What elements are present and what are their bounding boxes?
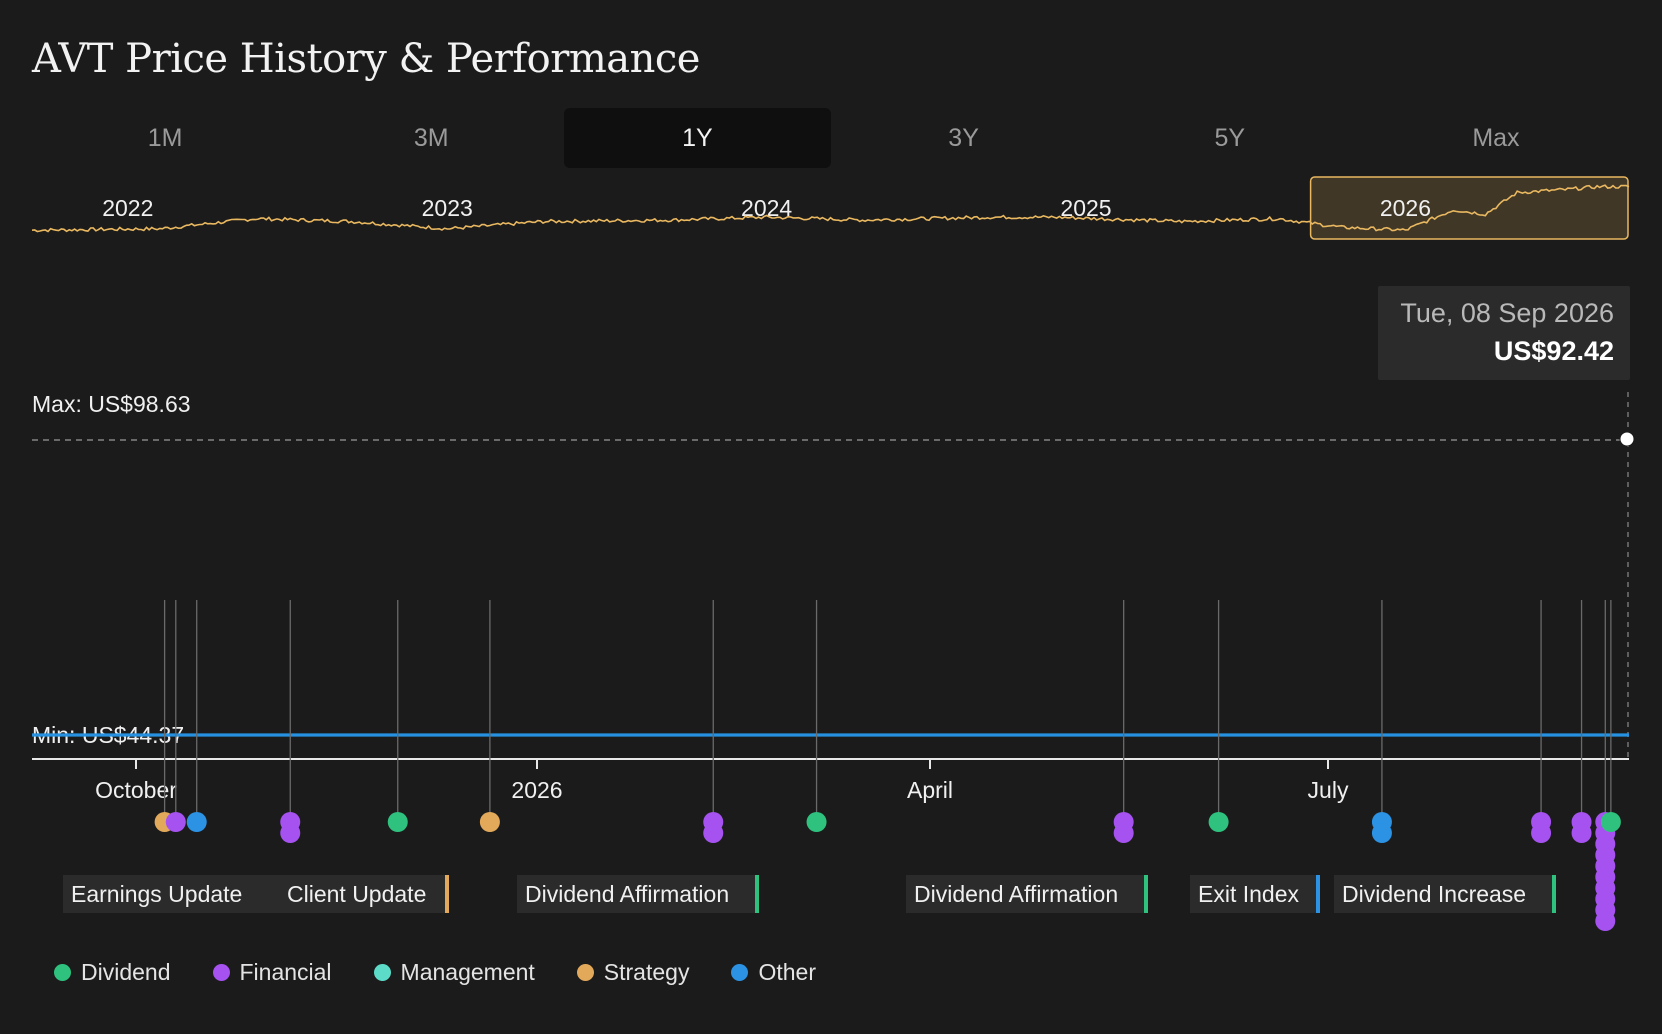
event-marker — [1571, 823, 1592, 843]
legend-label: Other — [758, 959, 816, 985]
event-label-accent — [1144, 875, 1148, 913]
legend-item[interactable]: Financial — [212, 959, 332, 986]
event-label: Exit Index — [1190, 875, 1320, 913]
event-label-accent — [1552, 875, 1556, 913]
legend-label: Financial — [239, 959, 332, 985]
event-label-accent — [445, 875, 449, 913]
event-marker — [1600, 812, 1621, 832]
overview-navigator[interactable]: 2022 2023 2024 2025 2026 — [31, 176, 1630, 240]
legend-label: Strategy — [603, 959, 690, 985]
chart-root: AVT Price History & Performance 1M 3M 1Y… — [0, 0, 1662, 1034]
navigator-year-label: 2023 — [422, 195, 473, 221]
max-label: Max: US$98.63 — [32, 391, 191, 417]
event-label-text: Earnings Update — [71, 881, 242, 907]
navigator-year-label: 2022 — [102, 195, 153, 221]
hover-point — [1619, 431, 1635, 447]
event-marker — [1531, 823, 1552, 843]
event-label-text: Dividend Affirmation — [525, 881, 729, 907]
hover-tooltip: Tue, 08 Sep 2026 US$92.42 — [1378, 286, 1630, 380]
event-marker — [806, 812, 827, 832]
event-marker — [703, 823, 724, 843]
event-marker — [1595, 911, 1616, 931]
legend-label: Management — [400, 959, 535, 985]
event-marker — [1208, 812, 1229, 832]
event-marker — [1371, 823, 1392, 843]
navigator-year-label: 2026 — [1380, 195, 1431, 221]
legend-dot — [576, 964, 594, 981]
event-label: Client Update — [279, 875, 449, 913]
event-labels: Earnings Update Client Update Dividend Aff… — [63, 875, 1556, 913]
event-label-text: Client Update — [287, 881, 426, 907]
event-marker — [479, 812, 500, 832]
event-marker — [1113, 823, 1134, 843]
main-chart: Max: US$98.63Min: US$44.37October 2026 Apr… — [32, 391, 1635, 803]
event-label: Earnings Update — [63, 875, 307, 913]
event-label-text: Dividend Increase — [1342, 881, 1526, 907]
event-label-accent — [1316, 875, 1320, 913]
event-marker — [186, 812, 207, 832]
legend-dot — [373, 964, 391, 981]
legend-item[interactable]: Other — [731, 959, 816, 986]
tooltip-date: Tue, 08 Sep 2026 — [1400, 298, 1614, 328]
event-marker — [165, 812, 186, 832]
legend: Dividend Financial Management Strategy Other — [54, 959, 858, 986]
event-label-accent — [755, 875, 759, 913]
legend-item[interactable]: Dividend — [54, 959, 171, 986]
legend-label: Dividend — [81, 959, 171, 985]
event-label: Dividend Affirmation — [517, 875, 759, 913]
event-label-text: Exit Index — [1198, 881, 1299, 907]
legend-dot — [54, 964, 71, 981]
navigator-selection — [1309, 176, 1629, 240]
legend-item[interactable]: Management — [373, 959, 535, 986]
x-tick-label: 2026 — [511, 777, 562, 803]
event-label: Dividend Affirmation — [906, 875, 1148, 913]
legend-dot — [212, 964, 230, 981]
legend-dot — [731, 964, 749, 981]
price-chart: 2022 2023 2024 2025 2026 Max: US$98.63Min: U… — [31, 176, 1635, 931]
tooltip-price: US$92.42 — [1493, 336, 1614, 366]
event-label: Dividend Increase — [1334, 875, 1556, 913]
event-label-text: Dividend Affirmation — [914, 881, 1118, 907]
x-tick-label: April — [907, 777, 953, 803]
legend-item[interactable]: Strategy — [576, 959, 690, 986]
x-tick-label: July — [1308, 777, 1349, 803]
event-marker — [387, 812, 408, 832]
event-marker — [280, 823, 301, 843]
